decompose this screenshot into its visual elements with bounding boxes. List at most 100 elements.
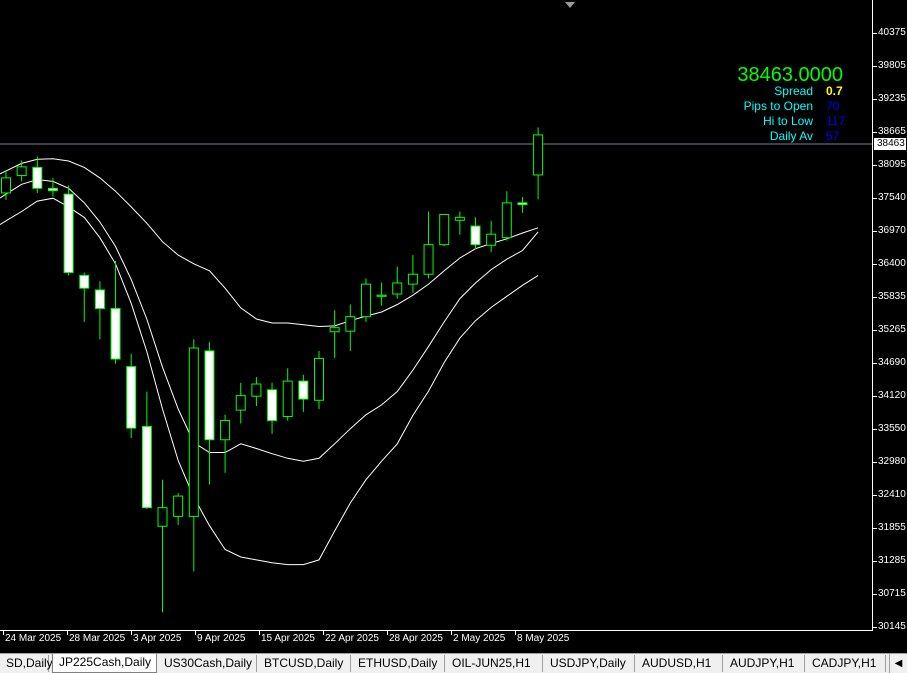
candle[interactable]: [235, 382, 246, 424]
candle-body: [47, 187, 58, 192]
current-price-label: 38463: [874, 138, 906, 150]
y-tick-label: 31285: [878, 555, 906, 566]
candle[interactable]: [141, 391, 152, 509]
tab-audjpy-h1[interactable]: AUDJPY,H1: [724, 655, 805, 672]
y-tick-label: 39805: [878, 60, 906, 71]
candle-body: [360, 283, 371, 318]
candle-body: [173, 495, 184, 517]
y-tick-label: 34690: [878, 357, 906, 368]
candle[interactable]: [314, 350, 324, 409]
candle-body: [470, 225, 481, 246]
candle[interactable]: [360, 278, 371, 322]
x-tick-label: 8 May 2025: [517, 633, 570, 644]
candle[interactable]: [188, 339, 199, 572]
candle[interactable]: [94, 281, 105, 340]
candle[interactable]: [267, 382, 278, 434]
candle[interactable]: [282, 368, 293, 421]
candle[interactable]: [329, 310, 340, 358]
y-tick-mark: [873, 99, 877, 100]
candle[interactable]: [423, 211, 434, 279]
candle[interactable]: [454, 211, 465, 235]
candle[interactable]: [407, 255, 418, 293]
x-tick-mark: [131, 631, 132, 635]
candle[interactable]: [32, 156, 43, 193]
y-tick-mark: [873, 264, 877, 265]
y-tick-mark: [873, 231, 877, 232]
candle-body: [1, 177, 11, 194]
x-tick-mark: [259, 631, 260, 635]
tab-usdjpy-daily[interactable]: USDJPY,Daily: [544, 655, 635, 672]
x-tick-label: 2 May 2025: [453, 633, 506, 644]
candle[interactable]: [345, 304, 356, 351]
tab-sd-daily[interactable]: SD,Daily: [0, 655, 53, 672]
candle[interactable]: [157, 479, 168, 613]
chart-border: [0, 0, 873, 631]
y-tick-mark: [873, 495, 877, 496]
y-tick-label: 36400: [878, 258, 906, 269]
candle[interactable]: [517, 197, 528, 213]
candle[interactable]: [251, 377, 262, 407]
candle-body: [407, 273, 418, 285]
y-tick-mark: [873, 132, 877, 133]
candle-body: [439, 213, 450, 246]
candle-body: [486, 233, 497, 246]
price-chart[interactable]: [0, 0, 873, 631]
x-tick-label: 3 Apr 2025: [133, 633, 182, 644]
chart-shift-marker-icon[interactable]: [565, 2, 575, 8]
y-tick-label: 39235: [878, 93, 906, 104]
tab-btcusd-daily[interactable]: BTCUSD,Daily: [258, 655, 351, 672]
candle[interactable]: [486, 220, 497, 253]
info-label: Hi to Low: [762, 114, 813, 128]
x-tick-label: 28 Mar 2025: [69, 633, 126, 644]
candle[interactable]: [110, 260, 121, 364]
info-value: 0.7: [826, 84, 843, 98]
y-tick-label: 31855: [878, 522, 906, 533]
candle[interactable]: [204, 342, 215, 485]
candle-body: [267, 389, 278, 422]
y-tick-mark: [873, 363, 877, 364]
candle[interactable]: [173, 493, 184, 526]
x-tick-label: 24 Mar 2025: [5, 633, 62, 644]
info-label: Pips to Open: [743, 99, 813, 113]
candle[interactable]: [298, 374, 309, 412]
tab-us30cash-daily[interactable]: US30Cash,Daily: [158, 655, 257, 672]
chart-area[interactable]: 38463.0000 Spread 0.7 Pips to Open 70 Hi to …: [0, 0, 873, 631]
candle[interactable]: [16, 160, 27, 182]
chart-tabs: SD,Daily JP225Cash,Daily US30Cash,Daily BTC…: [0, 653, 907, 673]
tab-oil-jun25-h1[interactable]: OIL-JUN25,H1: [446, 655, 543, 672]
candle[interactable]: [1, 170, 11, 200]
y-tick-label: 35265: [878, 324, 906, 335]
candle[interactable]: [501, 191, 512, 241]
candle[interactable]: [63, 185, 74, 276]
candle-body: [329, 327, 340, 333]
y-tick-mark: [873, 165, 877, 166]
tab-jp225cash-daily[interactable]: JP225Cash,Daily: [52, 654, 157, 673]
y-tick-label: 40375: [878, 27, 906, 38]
candle[interactable]: [439, 213, 450, 247]
candle[interactable]: [392, 266, 403, 299]
tab-audusd-h1[interactable]: AUDUSD,H1: [636, 655, 723, 672]
y-tick-label: 35835: [878, 291, 906, 302]
candle-body: [32, 166, 43, 189]
tab-cadjpy-h1[interactable]: CADJPY,H1: [806, 655, 886, 672]
y-tick-mark: [873, 429, 877, 430]
y-tick-label: 32410: [878, 489, 906, 500]
candle[interactable]: [79, 272, 90, 322]
y-tick-mark: [873, 66, 877, 67]
x-tick-mark: [323, 631, 324, 635]
tab-scroll-left-icon[interactable]: ◀: [889, 654, 907, 673]
candle[interactable]: [376, 282, 387, 306]
candle-body: [157, 507, 168, 527]
candle-body: [79, 274, 90, 289]
candle-body: [126, 366, 137, 429]
price-axis[interactable]: 40375 39805 39235 38665 38095 37540 36970 36400…: [873, 0, 907, 632]
y-tick-label: 34120: [878, 390, 906, 401]
info-value: 117: [826, 114, 846, 128]
y-tick-mark: [873, 462, 877, 463]
candle[interactable]: [470, 217, 481, 250]
info-label: Daily Av: [769, 129, 813, 143]
candle[interactable]: [220, 414, 231, 473]
candle[interactable]: [126, 353, 137, 438]
tab-ethusd-daily[interactable]: ETHUSD,Daily: [352, 655, 445, 672]
candle[interactable]: [533, 127, 544, 200]
